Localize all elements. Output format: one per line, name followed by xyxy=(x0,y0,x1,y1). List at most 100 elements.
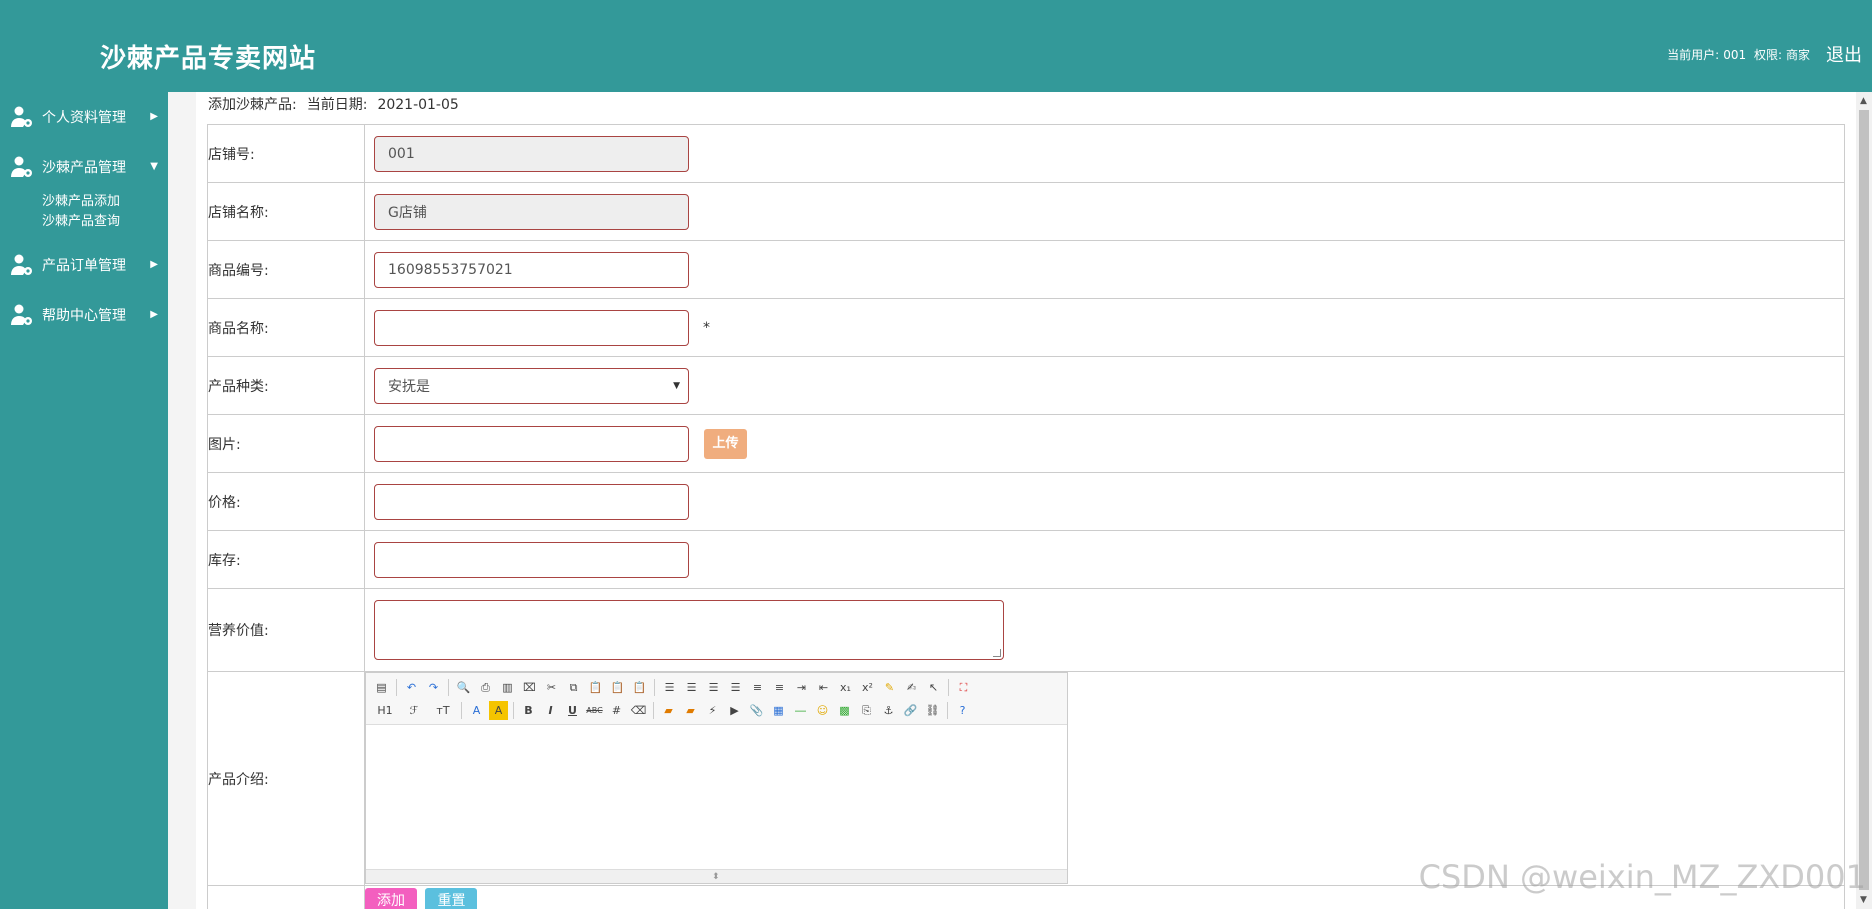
image-icon[interactable]: ▰ xyxy=(659,701,678,720)
nutrition-textarea[interactable] xyxy=(374,600,1004,660)
product-form: 店铺号: 001 店铺名称: G店铺 商品编号: 16098553757021 … xyxy=(207,124,1845,909)
emoticon-icon[interactable]: ☺ xyxy=(813,701,832,720)
form-row-price: 价格: xyxy=(207,472,1845,531)
copy-icon[interactable]: ⧉ xyxy=(564,678,583,697)
media-icon[interactable]: ▶ xyxy=(725,701,744,720)
form-row-image: 图片: 上传 xyxy=(207,414,1845,473)
highlight-color-icon[interactable]: A xyxy=(489,701,508,720)
field-label: 产品介绍: xyxy=(207,671,365,886)
resize-grip-icon[interactable] xyxy=(993,649,1001,657)
font-color-icon[interactable]: A xyxy=(467,701,486,720)
field-label: 店铺名称: xyxy=(207,182,365,241)
chevron-right-icon: ▶ xyxy=(150,309,158,320)
product-no-input[interactable]: 16098553757021 xyxy=(374,251,689,288)
sidebar-item-label: 沙棘产品管理 xyxy=(42,160,126,176)
cut-icon[interactable]: ✂ xyxy=(542,678,561,697)
outdent-icon[interactable]: ⇤ xyxy=(814,678,833,697)
font-size-dropdown[interactable]: тT xyxy=(430,701,456,720)
shop-name-input: G店铺 xyxy=(374,193,689,230)
align-justify-icon[interactable]: ☰ xyxy=(726,678,745,697)
help-icon[interactable]: ? xyxy=(953,701,972,720)
reset-button[interactable]: 重置 xyxy=(425,887,478,909)
toolbar-row-1: ▤ ↶ ↷ 🔍 ⎙ ▥ ⌧ ✂ ⧉ 📋 📋 📋 ☰ ☰ ☰ ☰ ≡ ≡ ⇥ ⇤ … xyxy=(372,676,1061,699)
fullscreen-icon[interactable]: ⛶ xyxy=(954,678,973,697)
logout-link[interactable]: 退出 xyxy=(1826,41,1862,67)
font-family-dropdown[interactable]: ℱ xyxy=(401,701,427,720)
image-path-input[interactable] xyxy=(374,425,689,462)
superscript-icon[interactable]: x² xyxy=(858,678,877,697)
unordered-list-icon[interactable]: ≡ xyxy=(770,678,789,697)
horizontal-rule-icon[interactable]: ― xyxy=(791,701,810,720)
ordered-list-icon[interactable]: ≡ xyxy=(748,678,767,697)
paste-word-icon[interactable]: 📋 xyxy=(630,678,649,697)
subscript-icon[interactable]: x₁ xyxy=(836,678,855,697)
code-icon[interactable]: ⌧ xyxy=(520,678,539,697)
pagebreak-icon[interactable]: ⎘ xyxy=(857,701,876,720)
form-row-shop-no: 店铺号: 001 xyxy=(207,124,1845,183)
sidebar-item-profile[interactable]: 个人资料管理 ▶ xyxy=(0,92,168,142)
stock-input[interactable] xyxy=(374,541,689,578)
flash-icon[interactable]: ⚡ xyxy=(703,701,722,720)
form-row-product-name: 商品名称: * xyxy=(207,298,1845,357)
strikethrough-icon[interactable]: ABC xyxy=(585,701,604,720)
category-select[interactable]: 安抚是 ▼ xyxy=(374,367,689,404)
source-icon[interactable]: ▤ xyxy=(372,678,391,697)
scroll-down-icon[interactable]: ▼ xyxy=(1860,895,1867,905)
scrollbar-thumb[interactable] xyxy=(1859,110,1869,890)
select-all-icon[interactable]: ✍ xyxy=(902,678,921,697)
paste-icon[interactable]: 📋 xyxy=(586,678,605,697)
align-right-icon[interactable]: ☰ xyxy=(704,678,723,697)
field-label: 商品编号: xyxy=(207,240,365,299)
redo-icon[interactable]: ↷ xyxy=(424,678,443,697)
cursor-icon[interactable]: ↖ xyxy=(924,678,943,697)
align-center-icon[interactable]: ☰ xyxy=(682,678,701,697)
link-icon[interactable]: 🔗 xyxy=(901,701,920,720)
preview-icon[interactable]: 🔍 xyxy=(454,678,473,697)
resize-handle-icon[interactable]: ⬍ xyxy=(712,872,720,882)
scroll-up-icon[interactable]: ▲ xyxy=(1860,96,1867,106)
remove-format-icon[interactable]: ⌫ xyxy=(629,701,648,720)
date-label: 当前日期: xyxy=(306,97,368,113)
sidebar-item-products[interactable]: 沙棘产品管理 ▼ xyxy=(0,142,168,192)
map-icon[interactable]: ▩ xyxy=(835,701,854,720)
page-scrollbar[interactable]: ▲ ▼ xyxy=(1856,92,1872,909)
main-content: ▲ ▼ 添加沙棘产品: 当前日期: 2021-01-05 店铺号: 001 店铺名称… xyxy=(168,92,1872,909)
unlink-icon[interactable]: ⛓ xyxy=(923,701,942,720)
upload-button[interactable]: 上传 xyxy=(704,428,747,459)
add-button[interactable]: 添加 xyxy=(365,887,417,909)
field-label: 产品种类: xyxy=(207,356,365,415)
italic-icon[interactable]: I xyxy=(541,701,560,720)
current-user: 001 xyxy=(1723,48,1747,62)
template-icon[interactable]: ▥ xyxy=(498,678,517,697)
category-selected-value: 安抚是 xyxy=(388,378,430,395)
submenu-item-query-product[interactable]: 沙棘产品查询 xyxy=(42,212,168,232)
submenu-item-add-product[interactable]: 沙棘产品添加 xyxy=(42,192,168,212)
paste-text-icon[interactable]: 📋 xyxy=(608,678,627,697)
breadcrumb-title: 添加沙棘产品: xyxy=(208,97,297,113)
current-user-label: 当前用户: xyxy=(1667,48,1720,62)
heading-dropdown[interactable]: H1 xyxy=(372,701,398,720)
underline-icon[interactable]: U xyxy=(563,701,582,720)
print-icon[interactable]: ⎙ xyxy=(476,678,495,697)
field-label: 价格: xyxy=(207,472,365,531)
editor-body[interactable] xyxy=(366,725,1067,869)
role-label: 权限: xyxy=(1753,48,1782,62)
indent-icon[interactable]: ⇥ xyxy=(792,678,811,697)
price-input[interactable] xyxy=(374,483,689,520)
attachment-icon[interactable]: 📎 xyxy=(747,701,766,720)
user-settings-icon xyxy=(11,156,32,177)
align-left-icon[interactable]: ☰ xyxy=(660,678,679,697)
undo-icon[interactable]: ↶ xyxy=(402,678,421,697)
multi-image-icon[interactable]: ▰ xyxy=(681,701,700,720)
form-row-stock: 库存: xyxy=(207,530,1845,589)
clear-format-icon[interactable]: ✎ xyxy=(880,678,899,697)
product-name-input[interactable] xyxy=(374,309,689,346)
sidebar-item-help[interactable]: 帮助中心管理 ▶ xyxy=(0,290,168,340)
bold-icon[interactable]: B xyxy=(519,701,538,720)
table-icon[interactable]: ▦ xyxy=(769,701,788,720)
chevron-down-icon: ▼ xyxy=(150,161,158,172)
line-height-icon[interactable]: # xyxy=(607,701,626,720)
sidebar-item-orders[interactable]: 产品订单管理 ▶ xyxy=(0,240,168,290)
anchor-icon[interactable]: ⚓ xyxy=(879,701,898,720)
field-label: 商品名称: xyxy=(207,298,365,357)
